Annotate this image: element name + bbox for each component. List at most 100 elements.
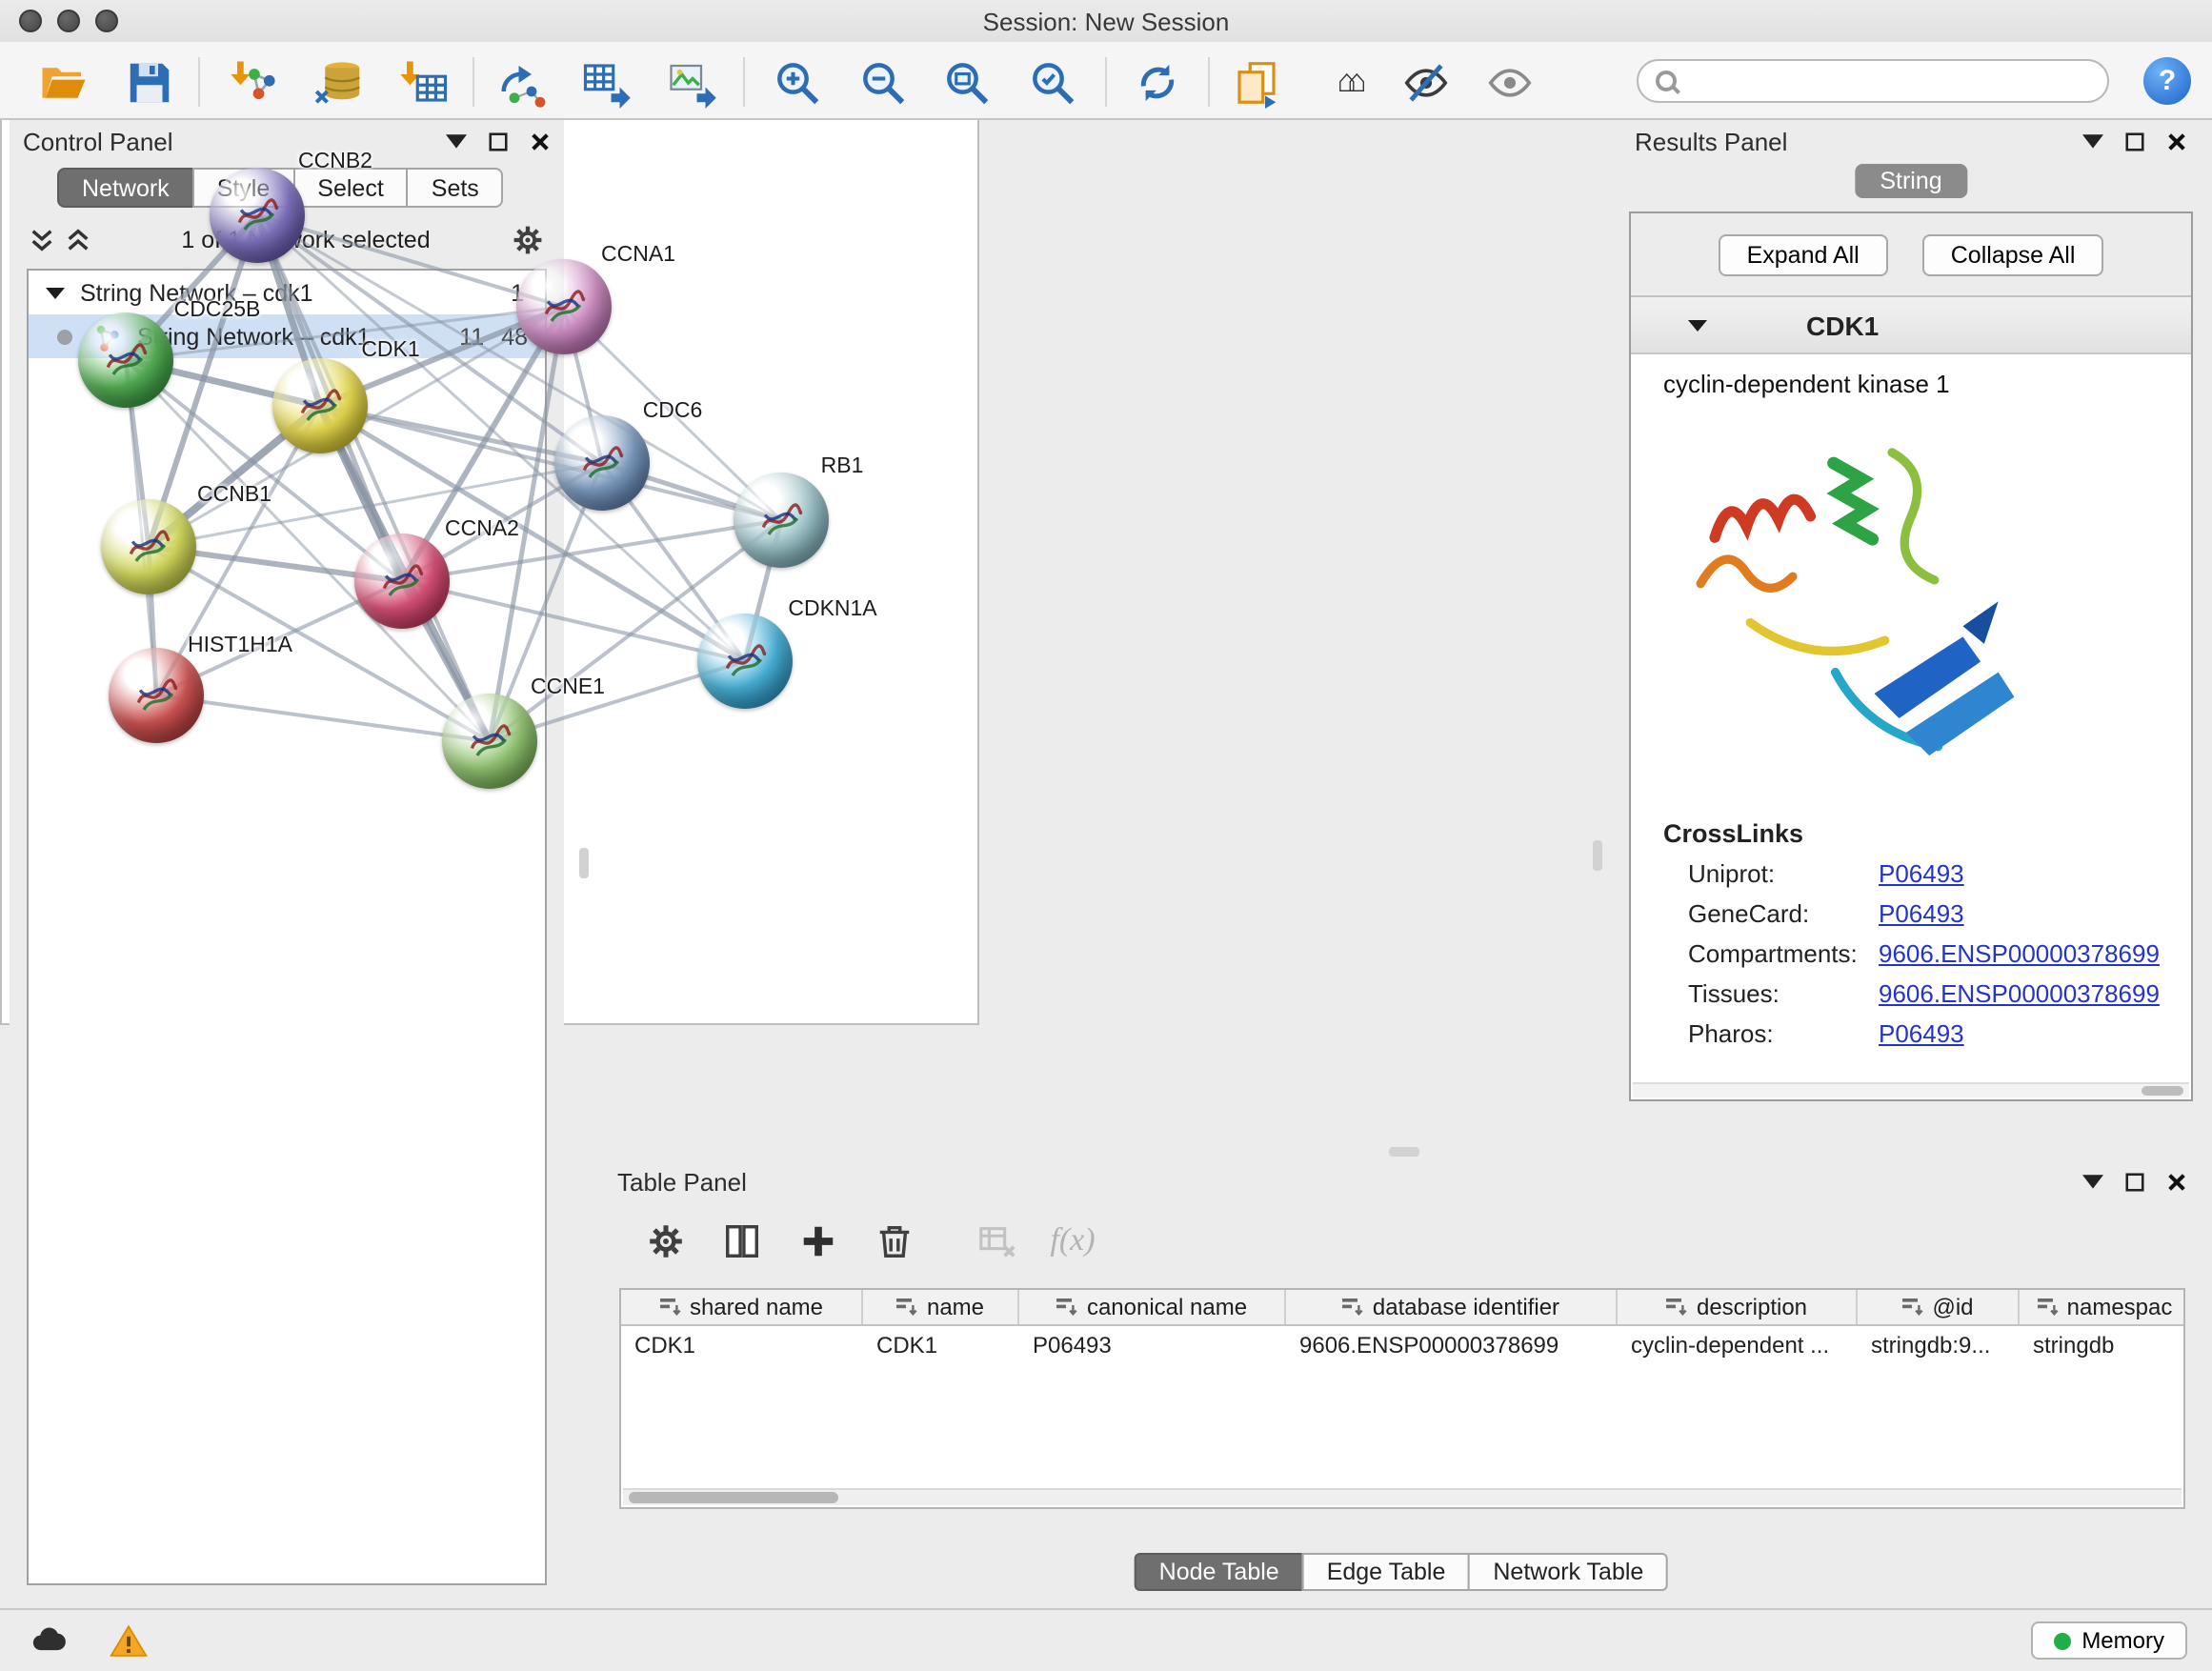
network-node-label: CCNB2 bbox=[298, 151, 372, 173]
network-node-label: CDK1 bbox=[361, 339, 419, 362]
crosslink-row: Uniprot: P06493 bbox=[1631, 854, 2191, 894]
disclosure-triangle-icon[interactable] bbox=[1688, 319, 1707, 331]
network-node-cdc25b[interactable] bbox=[78, 312, 173, 408]
crosslink-link[interactable]: 9606.ENSP00000378699 bbox=[1879, 939, 2160, 968]
column-header-description[interactable]: description bbox=[1618, 1290, 1858, 1324]
memory-button[interactable]: Memory bbox=[2030, 1621, 2187, 1660]
column-header-namespace[interactable]: namespac bbox=[2020, 1290, 2185, 1324]
results-scrollbar[interactable] bbox=[1633, 1082, 2189, 1097]
network-node-ccnb1[interactable] bbox=[101, 499, 196, 594]
network-node-cdk1[interactable] bbox=[272, 358, 368, 453]
sort-icon bbox=[896, 1296, 919, 1319]
status-bar: Memory bbox=[0, 1608, 2212, 1671]
delete-column-button[interactable] bbox=[871, 1218, 916, 1263]
network-node-ccna2[interactable] bbox=[354, 534, 450, 629]
table-horizontal-scrollbar[interactable] bbox=[623, 1488, 2182, 1505]
show-columns-button[interactable] bbox=[718, 1218, 764, 1263]
network-node-label: CDKN1A bbox=[788, 598, 876, 621]
network-view: CCNB2CCNA1CDC25BCDK1CDC6RB1CCNB1CCNA2CDK… bbox=[0, 0, 979, 1025]
sort-icon bbox=[1342, 1296, 1365, 1319]
expand-all-button[interactable]: Expand All bbox=[1719, 233, 1888, 275]
sort-icon bbox=[659, 1296, 682, 1319]
network-node-label: CCNE1 bbox=[531, 676, 605, 699]
table-toolbar: f(x) bbox=[642, 1210, 1096, 1271]
network-node-label: CDC6 bbox=[643, 400, 703, 423]
column-header-canonical-name[interactable]: canonical name bbox=[1019, 1290, 1286, 1324]
tab-network-table[interactable]: Network Table bbox=[1468, 1553, 1668, 1591]
column-header-database-identifier[interactable]: database identifier bbox=[1286, 1290, 1618, 1324]
protein-structure-glyph bbox=[293, 379, 347, 433]
protein-structure-glyph bbox=[463, 715, 516, 768]
results-scrollbar-thumb[interactable] bbox=[2142, 1086, 2183, 1096]
protein-structure-glyph bbox=[537, 280, 591, 333]
panel-close-icon[interactable] bbox=[2164, 130, 2187, 152]
string-results-box: Expand All Collapse All CDK1 cyclin-depe… bbox=[1629, 211, 2193, 1101]
protein-structure-glyph bbox=[99, 333, 152, 387]
collapse-all-button[interactable]: Collapse All bbox=[1922, 233, 2104, 275]
network-node-label: CCNA1 bbox=[601, 244, 675, 267]
cell-description[interactable]: cyclin-dependent ... bbox=[1618, 1332, 1858, 1359]
table-settings-gear-button[interactable] bbox=[642, 1218, 688, 1263]
network-node-label: CCNB1 bbox=[197, 484, 271, 507]
panel-maximize-icon[interactable] bbox=[2122, 1170, 2145, 1193]
table-tabs: Node Table Edge Table Network Table bbox=[1136, 1553, 1669, 1591]
crosslink-label: Tissues: bbox=[1688, 979, 1879, 1008]
protein-structure-glyph bbox=[122, 520, 175, 574]
tab-string[interactable]: String bbox=[1855, 164, 1966, 198]
application-window: Session: New Session bbox=[0, 0, 2212, 1671]
crosslink-link[interactable]: P06493 bbox=[1879, 1019, 1964, 1048]
sort-icon bbox=[1901, 1296, 1924, 1319]
crosslink-row: Tissues: 9606.ENSP00000378699 bbox=[1631, 974, 2191, 1014]
protein-structure-glyph bbox=[754, 493, 808, 547]
crosslink-label: Compartments: bbox=[1688, 939, 1879, 968]
column-header-name[interactable]: name bbox=[863, 1290, 1019, 1324]
table-row[interactable]: CDK1 CDK1 P06493 9606.ENSP00000378699 cy… bbox=[621, 1326, 2183, 1364]
network-node-ccna1[interactable] bbox=[516, 259, 612, 354]
cell-namespace[interactable]: stringdb bbox=[2020, 1332, 2185, 1359]
node-table: shared name name canonical name database… bbox=[619, 1288, 2185, 1509]
crosslink-label: Uniprot: bbox=[1688, 859, 1879, 888]
crosslink-label: GeneCard: bbox=[1688, 899, 1879, 928]
crosslink-link[interactable]: P06493 bbox=[1879, 859, 1964, 888]
cell-name[interactable]: CDK1 bbox=[863, 1332, 1019, 1359]
column-header-shared-name[interactable]: shared name bbox=[621, 1290, 863, 1324]
cell-canonical-name[interactable]: P06493 bbox=[1019, 1332, 1286, 1359]
results-panel-header: Results Panel bbox=[1621, 120, 2201, 162]
network-node-label: CCNA2 bbox=[445, 518, 519, 541]
panel-maximize-icon[interactable] bbox=[2122, 130, 2145, 152]
cell-database-identifier[interactable]: 9606.ENSP00000378699 bbox=[1286, 1332, 1618, 1359]
table-panel-title: Table Panel bbox=[617, 1167, 747, 1196]
table-header-row: shared name name canonical name database… bbox=[621, 1290, 2183, 1326]
network-node-ccnb2[interactable] bbox=[210, 168, 305, 263]
panel-float-icon[interactable] bbox=[2081, 1170, 2103, 1193]
gene-description: cyclin-dependent kinase 1 bbox=[1631, 354, 2191, 398]
network-node-ccne1[interactable] bbox=[442, 694, 537, 789]
network-node-cdc6[interactable] bbox=[554, 415, 650, 511]
crosslink-link[interactable]: 9606.ENSP00000378699 bbox=[1879, 979, 2160, 1008]
table-panel: Table Panel f(x) bbox=[604, 1160, 2201, 1608]
warning-icon[interactable] bbox=[109, 1621, 149, 1661]
protein-structure-glyph bbox=[375, 554, 429, 608]
network-node-hist1h1a[interactable] bbox=[109, 648, 204, 743]
panel-close-icon[interactable] bbox=[2164, 1170, 2187, 1193]
cell-id[interactable]: stringdb:9... bbox=[1858, 1332, 2020, 1359]
tab-node-table[interactable]: Node Table bbox=[1135, 1553, 1304, 1591]
network-node-rb1[interactable] bbox=[734, 473, 829, 568]
create-column-button[interactable] bbox=[794, 1218, 840, 1263]
crosslink-row: GeneCard: P06493 bbox=[1631, 894, 2191, 934]
function-builder-button[interactable]: f(x) bbox=[1050, 1218, 1096, 1263]
cell-shared-name[interactable]: CDK1 bbox=[621, 1332, 863, 1359]
crosslink-link[interactable]: P06493 bbox=[1879, 899, 1964, 928]
tab-edge-table[interactable]: Edge Table bbox=[1302, 1553, 1471, 1591]
protein-structure-figure bbox=[1661, 413, 2191, 804]
memory-label: Memory bbox=[2081, 1627, 2164, 1654]
network-node-cdkn1a[interactable] bbox=[697, 614, 793, 709]
delete-table-button[interactable] bbox=[974, 1218, 1019, 1263]
protein-structure-glyph bbox=[231, 189, 284, 242]
sort-icon bbox=[1666, 1296, 1689, 1319]
gene-entry-header[interactable]: CDK1 bbox=[1631, 297, 2191, 354]
panel-float-icon[interactable] bbox=[2081, 130, 2103, 152]
cloud-icon[interactable] bbox=[29, 1620, 70, 1661]
column-header-id[interactable]: @id bbox=[1858, 1290, 2020, 1324]
table-scrollbar-thumb[interactable] bbox=[629, 1492, 838, 1503]
